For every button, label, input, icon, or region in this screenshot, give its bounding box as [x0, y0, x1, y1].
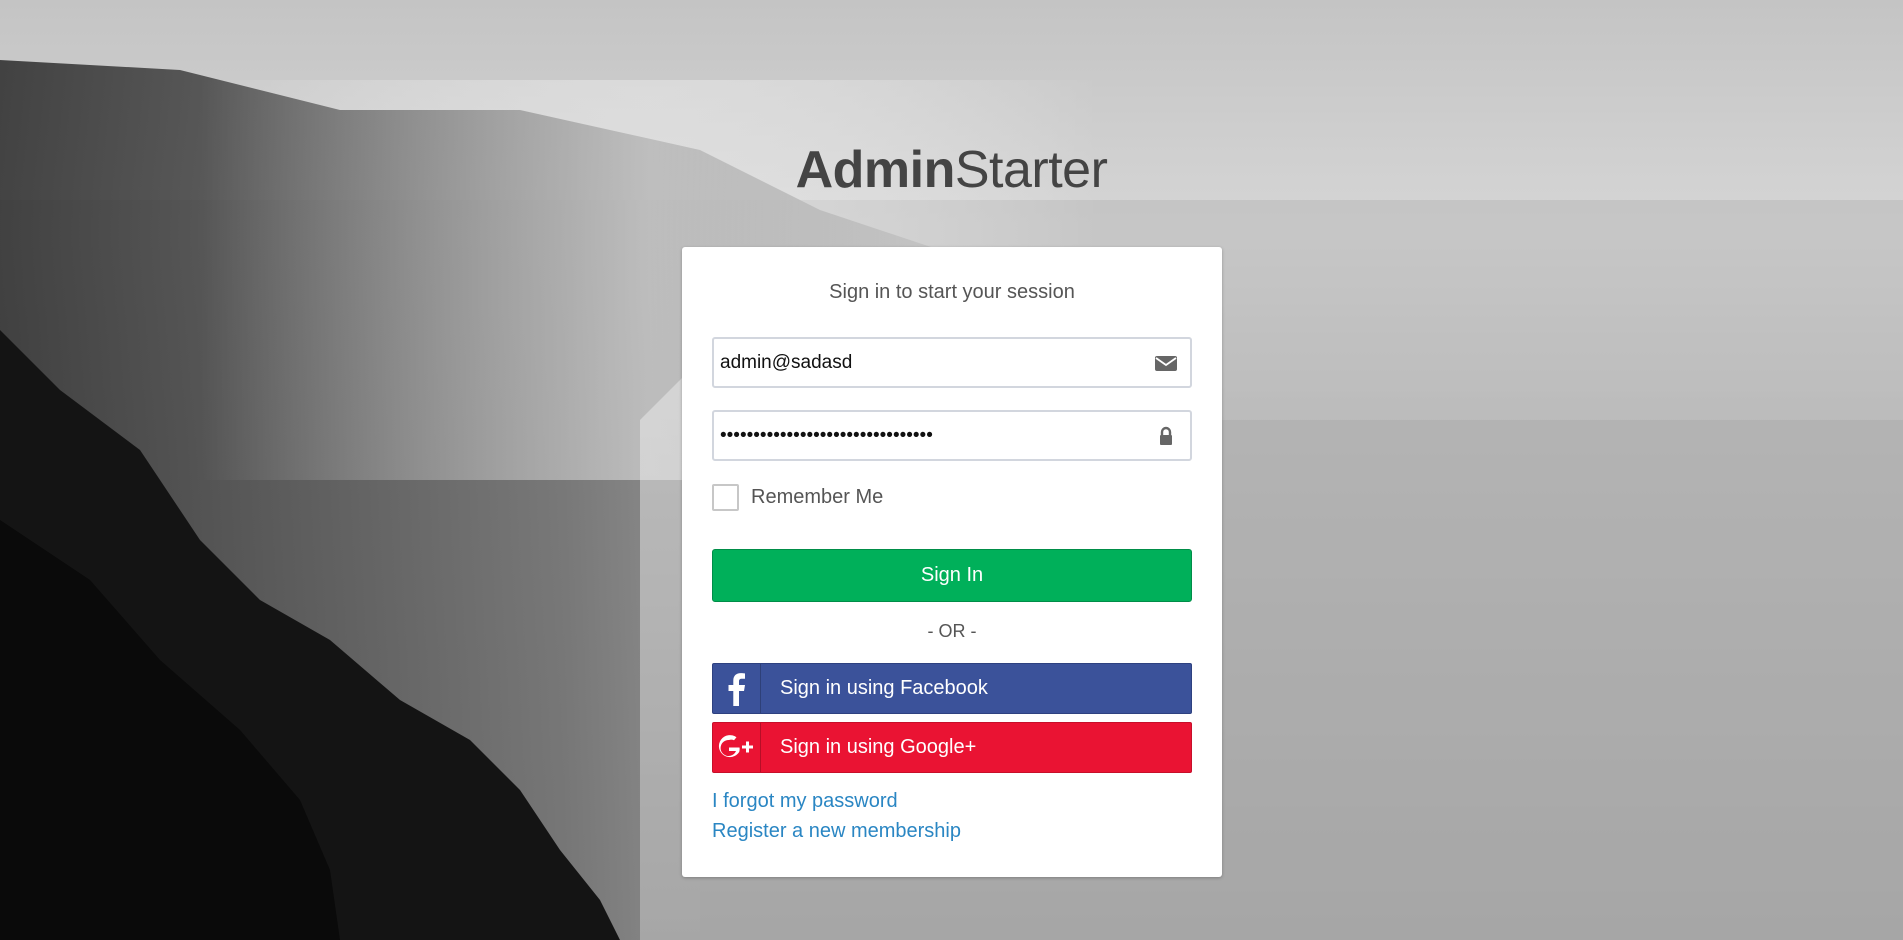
logo-bold-text: Admin	[795, 141, 956, 199]
google-signin-label: Sign in using Google+	[780, 736, 977, 758]
lock-icon	[1154, 426, 1178, 446]
facebook-signin-label: Sign in using Facebook	[780, 677, 988, 699]
facebook-signin-button[interactable]: Sign in using Facebook	[712, 663, 1192, 714]
google-signin-button[interactable]: Sign in using Google+	[712, 722, 1192, 773]
google-plus-icon	[713, 723, 761, 772]
email-input[interactable]	[720, 339, 1140, 386]
logo-light-text: Starter	[954, 141, 1108, 199]
register-link[interactable]: Register a new membership	[712, 820, 961, 843]
password-field[interactable]	[712, 410, 1192, 461]
forgot-password-link[interactable]: I forgot my password	[712, 790, 898, 813]
app-logo: AdminStarter	[0, 140, 1903, 200]
remember-me-label[interactable]: Remember Me	[751, 486, 883, 509]
remember-me-checkbox[interactable]	[712, 484, 739, 511]
facebook-icon	[713, 664, 761, 713]
sign-in-button[interactable]: Sign In	[712, 549, 1192, 602]
email-field[interactable]	[712, 337, 1192, 388]
login-box: Sign in to start your session Remember M…	[682, 247, 1222, 877]
login-box-message: Sign in to start your session	[829, 281, 1075, 303]
envelope-icon	[1154, 353, 1178, 373]
or-divider: - OR -	[927, 621, 977, 641]
password-input[interactable]	[720, 412, 1140, 459]
